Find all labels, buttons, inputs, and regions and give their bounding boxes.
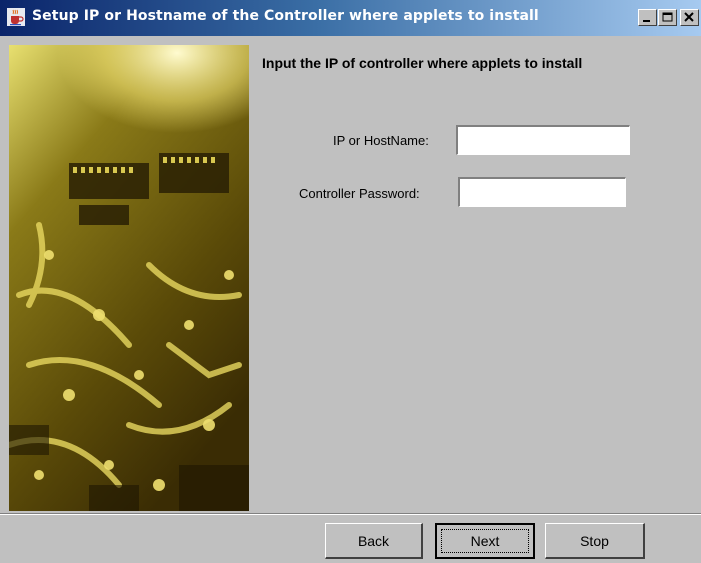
controller-password-label: Controller Password:	[299, 186, 420, 201]
close-icon	[684, 12, 694, 22]
minimize-button[interactable]	[638, 9, 657, 26]
focus-ring	[441, 529, 529, 553]
back-button[interactable]: Back	[325, 523, 423, 559]
controller-password-input[interactable]	[458, 177, 626, 207]
circuit-board-image	[9, 45, 249, 511]
window-title: Setup IP or Hostname of the Controller w…	[32, 8, 539, 24]
close-button[interactable]	[680, 9, 699, 26]
next-button[interactable]: Next	[435, 523, 535, 559]
setup-window: Setup IP or Hostname of the Controller w…	[0, 0, 701, 563]
footer-divider-highlight	[0, 514, 701, 515]
maximize-button[interactable]	[658, 9, 677, 26]
title-bar[interactable]: Setup IP or Hostname of the Controller w…	[0, 0, 701, 36]
page-heading: Input the IP of controller where applets…	[262, 55, 583, 71]
ip-hostname-input[interactable]	[456, 125, 630, 155]
stop-button[interactable]: Stop	[545, 523, 645, 559]
minimize-icon	[643, 20, 650, 22]
ip-hostname-label: IP or HostName:	[333, 133, 429, 148]
maximize-icon	[662, 12, 673, 22]
java-cup-icon	[7, 8, 25, 26]
